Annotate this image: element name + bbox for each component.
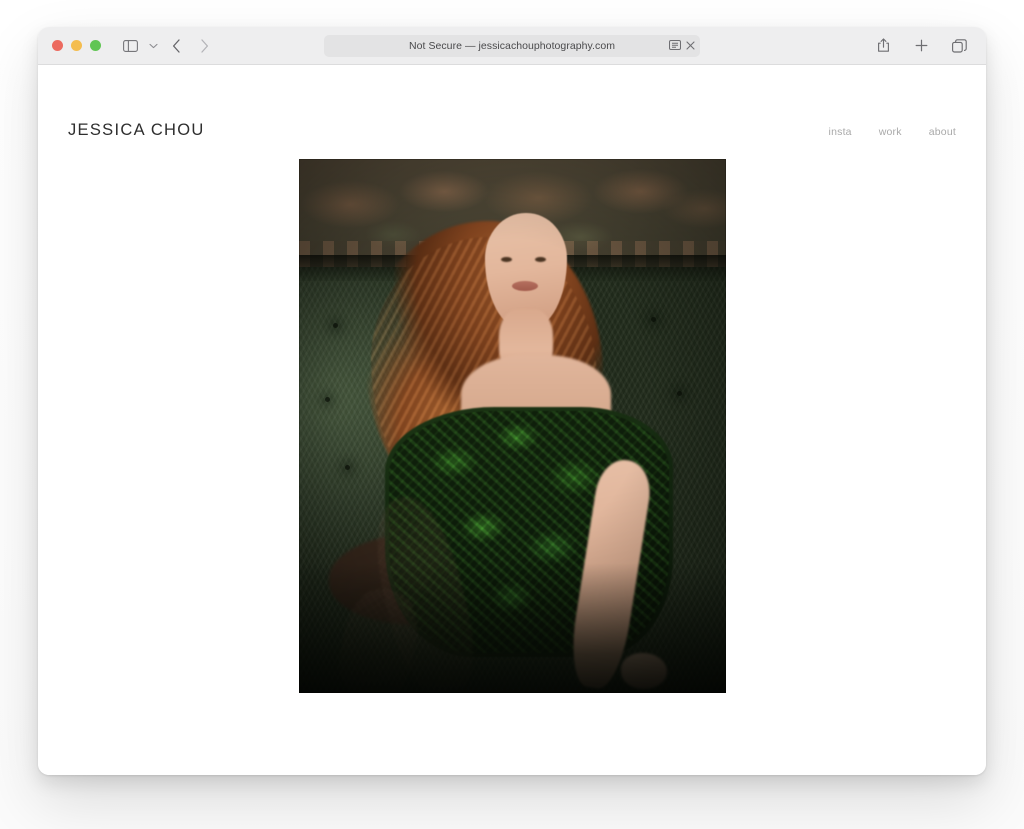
site-header: JESSICA CHOU insta work about [38, 65, 986, 159]
site-logo[interactable]: JESSICA CHOU [68, 65, 205, 140]
minimize-window-button[interactable] [71, 40, 82, 51]
nav-link-work[interactable]: work [879, 126, 902, 138]
address-bar[interactable]: Not Secure — jessicachouphotography.com [324, 34, 700, 57]
navigation-controls [117, 34, 217, 58]
share-icon[interactable] [870, 34, 896, 58]
hero-image-container [38, 159, 986, 693]
tab-overview-icon[interactable] [946, 34, 972, 58]
page-content: JESSICA CHOU insta work about [38, 65, 986, 775]
sidebar-toggle-icon[interactable] [117, 34, 143, 58]
back-icon[interactable] [163, 34, 189, 58]
forward-icon[interactable] [191, 34, 217, 58]
address-text: Not Secure — jessicachouphotography.com [408, 39, 616, 52]
address-bar-actions [669, 35, 695, 57]
browser-window: Not Secure — jessicachouphotography.com [38, 27, 986, 775]
toolbar-actions [870, 34, 972, 58]
maximize-window-button[interactable] [90, 40, 101, 51]
desktop-backdrop: Not Secure — jessicachouphotography.com [0, 0, 1024, 829]
close-window-button[interactable] [52, 40, 63, 51]
window-controls [52, 40, 101, 51]
hero-photo[interactable] [298, 159, 726, 693]
chevron-down-icon[interactable] [145, 34, 161, 58]
photo-vignette [298, 159, 726, 693]
nav-link-about[interactable]: about [929, 126, 956, 138]
site-navigation: insta work about [829, 68, 956, 138]
new-tab-icon[interactable] [908, 34, 934, 58]
reader-view-icon[interactable] [669, 37, 681, 55]
stop-loading-icon[interactable] [686, 37, 695, 55]
browser-toolbar: Not Secure — jessicachouphotography.com [38, 27, 986, 65]
nav-link-insta[interactable]: insta [829, 126, 852, 138]
